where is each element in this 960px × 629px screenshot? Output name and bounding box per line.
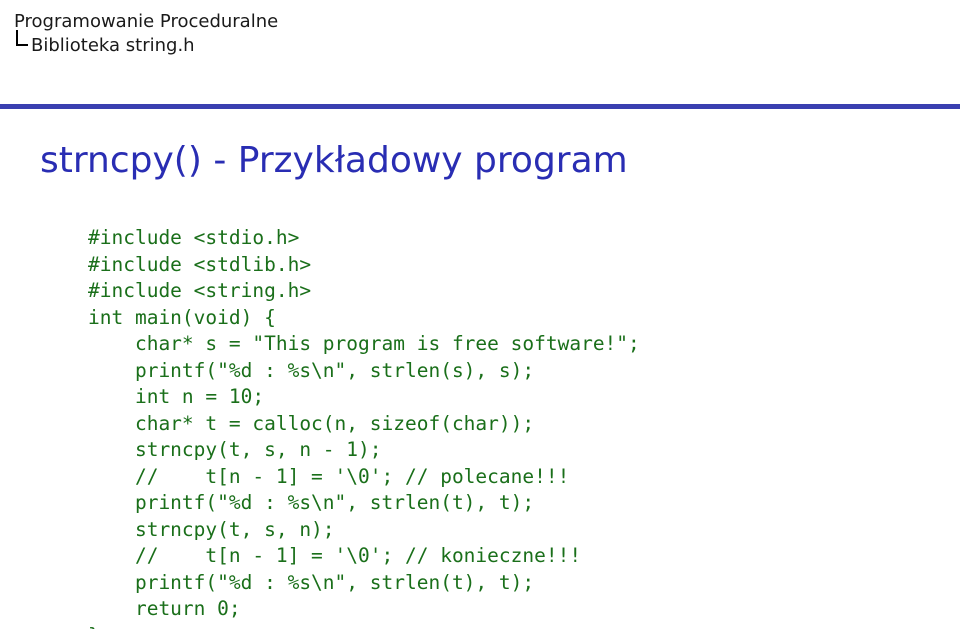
code-block: #include <stdio.h> #include <stdlib.h> #… <box>88 225 640 629</box>
page-title: strncpy() - Przykładowy program <box>40 140 628 181</box>
slide: Programowanie Proceduralne Biblioteka st… <box>0 0 960 629</box>
breadcrumb-line1: Programowanie Proceduralne <box>14 10 278 34</box>
divider <box>0 104 960 109</box>
breadcrumb-line2-wrap: Biblioteka string.h <box>14 34 278 58</box>
angle-icon <box>14 34 28 54</box>
breadcrumb-line2: Biblioteka string.h <box>31 34 195 58</box>
breadcrumb: Programowanie Proceduralne Biblioteka st… <box>14 10 278 59</box>
